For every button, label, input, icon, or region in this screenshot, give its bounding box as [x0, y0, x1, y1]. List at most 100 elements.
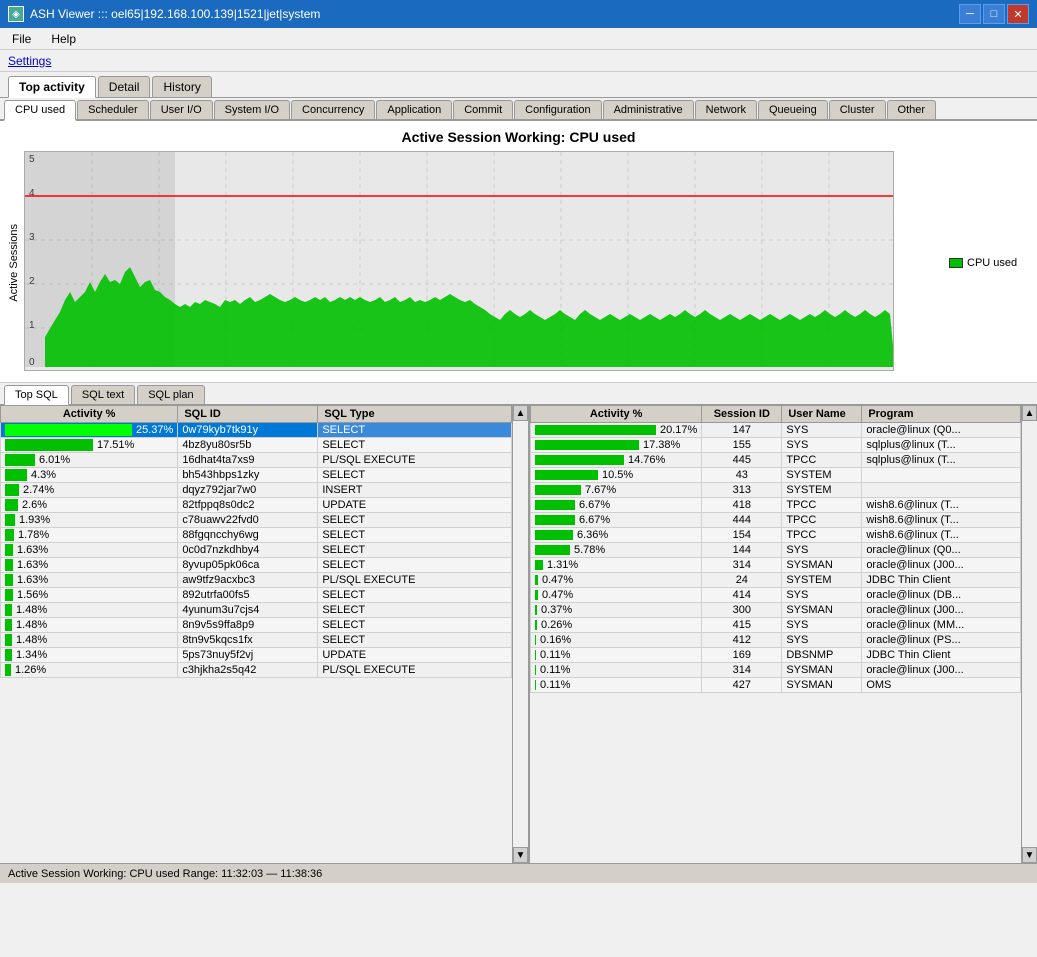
rscroll-down[interactable]: ▼ — [1022, 847, 1037, 863]
tab-sql-text[interactable]: SQL text — [71, 385, 135, 404]
left-cell-sqltype: PL/SQL EXECUTE — [318, 663, 512, 678]
right-cell-sessionid: 313 — [702, 483, 782, 498]
left-table-row[interactable]: 1.63% aw9tfz9acxbc3 PL/SQL EXECUTE — [1, 573, 512, 588]
tab-queueing[interactable]: Queueing — [758, 100, 828, 119]
left-table-row[interactable]: 1.63% 8yvup05pk06ca SELECT — [1, 558, 512, 573]
activity-pct: 1.63% — [17, 574, 48, 586]
left-cell-sqlid: 892utrfa00fs5 — [178, 588, 318, 603]
close-button[interactable]: ✕ — [1007, 4, 1029, 24]
status-text: Active Session Working: CPU used Range: … — [8, 868, 322, 880]
right-cell-sessionid: 414 — [702, 588, 782, 603]
rscroll-up[interactable]: ▲ — [1022, 405, 1037, 421]
scroll-track[interactable] — [513, 421, 528, 847]
right-table-row[interactable]: 6.67% 444 TPCC wish8.6@linux (T... — [531, 513, 1021, 528]
tab-user-io[interactable]: User I/O — [150, 100, 213, 119]
menu-file[interactable]: File — [8, 31, 35, 47]
left-table-row[interactable]: 17.51% 4bz8yu80sr5b SELECT — [1, 438, 512, 453]
right-table-row[interactable]: 0.37% 300 SYSMAN oracle@linux (J00... — [531, 603, 1021, 618]
left-cell-sqlid: 8yvup05pk06ca — [178, 558, 318, 573]
left-table-row[interactable]: 1.48% 8tn9v5kqcs1fx SELECT — [1, 633, 512, 648]
left-cell-sqltype: SELECT — [318, 513, 512, 528]
activity-bar — [5, 469, 27, 481]
left-table-row[interactable]: 1.78% 88fgqncchy6wg SELECT — [1, 528, 512, 543]
tab-scheduler[interactable]: Scheduler — [77, 100, 149, 119]
left-cell-activity: 2.74% — [1, 483, 178, 498]
col-activity-pct: Activity % — [1, 406, 178, 423]
left-table-row[interactable]: 6.01% 16dhat4ta7xs9 PL/SQL EXECUTE — [1, 453, 512, 468]
right-cell-activity: 0.47% — [531, 573, 702, 588]
right-scrollbar[interactable]: ▲ ▼ — [1021, 405, 1037, 863]
tab-top-sql[interactable]: Top SQL — [4, 385, 69, 406]
right-table-row[interactable]: 17.38% 155 SYS sqlplus@linux (T... — [531, 438, 1021, 453]
right-table-row[interactable]: 7.67% 313 SYSTEM — [531, 483, 1021, 498]
scroll-down[interactable]: ▼ — [513, 847, 528, 863]
tab-other[interactable]: Other — [887, 100, 937, 119]
tab-commit[interactable]: Commit — [453, 100, 513, 119]
tab-application[interactable]: Application — [376, 100, 452, 119]
right-table-row[interactable]: 14.76% 445 TPCC sqlplus@linux (T... — [531, 453, 1021, 468]
restore-button[interactable]: □ — [983, 4, 1005, 24]
r-activity-pct: 0.26% — [541, 619, 572, 631]
tab-network[interactable]: Network — [695, 100, 757, 119]
activity-bar — [5, 499, 18, 511]
right-table-row[interactable]: 10.5% 43 SYSTEM — [531, 468, 1021, 483]
tab-cpu-used[interactable]: CPU used — [4, 100, 76, 121]
right-table-row[interactable]: 6.67% 418 TPCC wish8.6@linux (T... — [531, 498, 1021, 513]
right-cell-program: JDBC Thin Client — [862, 573, 1021, 588]
right-cell-program: oracle@linux (DB... — [862, 588, 1021, 603]
right-table-row[interactable]: 0.11% 427 SYSMAN OMS — [531, 678, 1021, 693]
right-table-row[interactable]: 0.11% 314 SYSMAN oracle@linux (J00... — [531, 663, 1021, 678]
left-table-row[interactable]: 1.56% 892utrfa00fs5 SELECT — [1, 588, 512, 603]
right-table-row[interactable]: 0.16% 412 SYS oracle@linux (PS... — [531, 633, 1021, 648]
right-table-row[interactable]: 6.36% 154 TPCC wish8.6@linux (T... — [531, 528, 1021, 543]
right-cell-activity: 5.78% — [531, 543, 702, 558]
legend-color-cpu — [949, 258, 963, 268]
right-table-scroll[interactable]: Activity % Session ID User Name Program … — [530, 405, 1021, 863]
menu-help[interactable]: Help — [47, 31, 80, 47]
tab-system-io[interactable]: System I/O — [214, 100, 290, 119]
tab-history[interactable]: History — [152, 76, 211, 97]
left-table-row[interactable]: 2.6% 82tfppq8s0dc2 UPDATE — [1, 498, 512, 513]
left-table-row[interactable]: 1.93% c78uawv22fvd0 SELECT — [1, 513, 512, 528]
right-table-row[interactable]: 0.11% 169 DBSNMP JDBC Thin Client — [531, 648, 1021, 663]
left-table-row[interactable]: 1.48% 8n9v5s9ffa8p9 SELECT — [1, 618, 512, 633]
left-table-row[interactable]: 25.37% 0w79kyb7tk91y SELECT — [1, 423, 512, 438]
tab-detail[interactable]: Detail — [98, 76, 151, 97]
tab-top-activity[interactable]: Top activity — [8, 76, 96, 98]
right-table-row[interactable]: 0.47% 414 SYS oracle@linux (DB... — [531, 588, 1021, 603]
left-table-row[interactable]: 1.34% 5ps73nuy5f2vj UPDATE — [1, 648, 512, 663]
right-table-row[interactable]: 5.78% 144 SYS oracle@linux (Q0... — [531, 543, 1021, 558]
right-table-row[interactable]: 0.26% 415 SYS oracle@linux (MM... — [531, 618, 1021, 633]
right-cell-sessionid: 155 — [702, 438, 782, 453]
legend-cpu-used: CPU used — [949, 257, 1017, 269]
tab-sql-plan[interactable]: SQL plan — [137, 385, 204, 404]
scroll-up[interactable]: ▲ — [513, 405, 528, 421]
left-table-row[interactable]: 4.3% bh543hbps1zky SELECT — [1, 468, 512, 483]
chart-area[interactable]: 4 3 2 1 0 5 — [24, 151, 939, 374]
rscroll-track[interactable] — [1022, 421, 1037, 847]
right-cell-sessionid: 444 — [702, 513, 782, 528]
right-cell-sessionid: 43 — [702, 468, 782, 483]
left-table-row[interactable]: 2.74% dqyz792jar7w0 INSERT — [1, 483, 512, 498]
left-table-scroll[interactable]: Activity % SQL ID SQL Type 25.37% 0w79ky… — [0, 405, 512, 863]
left-table-row[interactable]: 1.26% c3hjkha2s5q42 PL/SQL EXECUTE — [1, 663, 512, 678]
left-panel: Activity % SQL ID SQL Type 25.37% 0w79ky… — [0, 405, 530, 863]
tab-cluster[interactable]: Cluster — [829, 100, 886, 119]
left-scrollbar[interactable]: ▲ ▼ — [512, 405, 528, 863]
left-cell-activity: 6.01% — [1, 453, 178, 468]
right-table-row[interactable]: 20.17% 147 SYS oracle@linux (Q0... — [531, 423, 1021, 438]
right-cell-username: SYSTEM — [782, 468, 862, 483]
right-cell-username: SYSMAN — [782, 603, 862, 618]
tab-administrative[interactable]: Administrative — [603, 100, 694, 119]
left-cell-sqlid: 82tfppq8s0dc2 — [178, 498, 318, 513]
tab-configuration[interactable]: Configuration — [514, 100, 601, 119]
right-cell-sessionid: 314 — [702, 663, 782, 678]
tab-concurrency[interactable]: Concurrency — [291, 100, 375, 119]
r-activity-pct: 10.5% — [602, 469, 633, 481]
right-table-row[interactable]: 0.47% 24 SYSTEM JDBC Thin Client — [531, 573, 1021, 588]
settings-link[interactable]: Settings — [8, 54, 51, 68]
right-table-row[interactable]: 1.31% 314 SYSMAN oracle@linux (J00... — [531, 558, 1021, 573]
left-table-row[interactable]: 1.63% 0c0d7nzkdhby4 SELECT — [1, 543, 512, 558]
minimize-button[interactable]: ─ — [959, 4, 981, 24]
left-table-row[interactable]: 1.48% 4yunum3u7cjs4 SELECT — [1, 603, 512, 618]
